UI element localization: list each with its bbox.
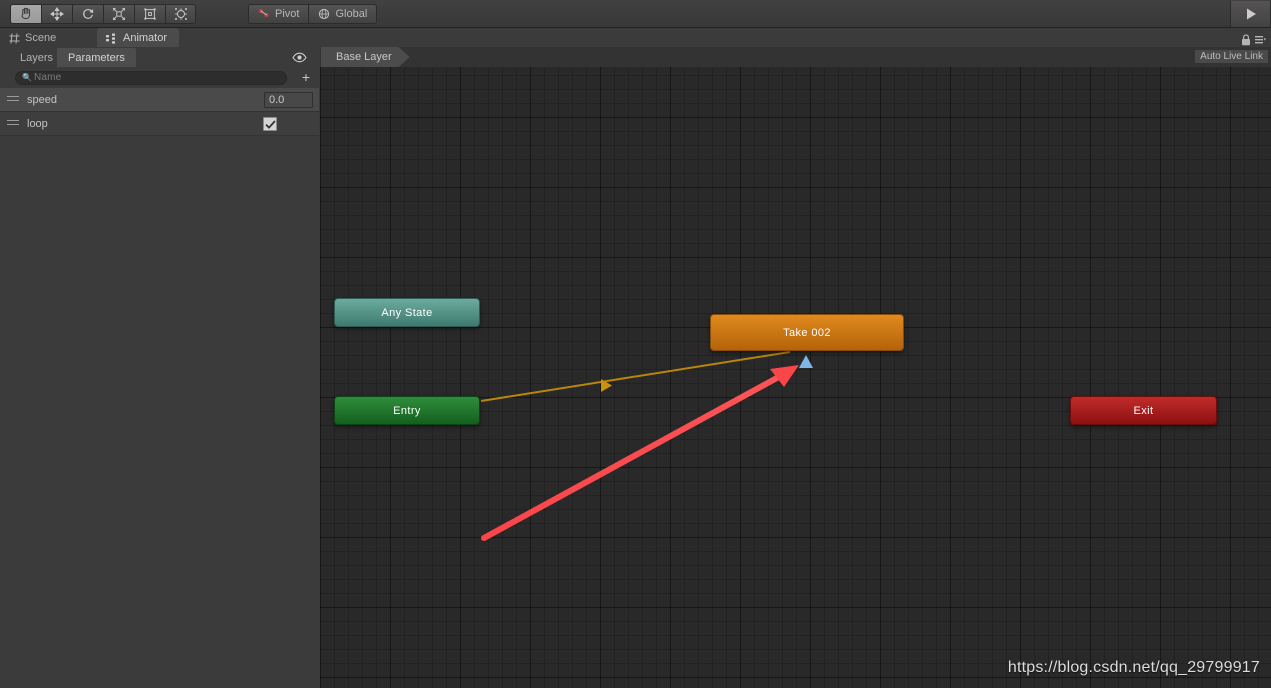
breadcrumb-base-layer-label: Base Layer	[336, 51, 392, 63]
state-node-any-state-label: Any State	[381, 306, 433, 319]
parameter-list: speed 0.0 loop	[0, 88, 319, 136]
pivot-label: Pivot	[275, 7, 300, 20]
parameters-panel: Layers Parameters 🔍 Name + speed 0.0 loo…	[0, 47, 319, 688]
add-parameter-label: +	[301, 69, 310, 85]
search-input[interactable]: 🔍 Name	[15, 70, 287, 85]
play-icon	[1246, 8, 1256, 20]
parameter-name-loop: loop	[27, 117, 48, 130]
pivot-button[interactable]: Pivot	[248, 3, 309, 24]
lock-icon[interactable]	[1241, 34, 1251, 46]
tab-layers-label: Layers	[20, 51, 54, 64]
tab-scene-label: Scene	[25, 32, 57, 44]
tab-scene[interactable]: Scene	[0, 28, 68, 48]
parameter-value-speed-text: 0.0	[269, 94, 285, 106]
grid-icon	[9, 32, 20, 44]
global-button[interactable]: Global	[308, 3, 378, 24]
transform-icon	[174, 7, 187, 20]
watermark-text: https://blog.csdn.net/qq_29799917	[1007, 659, 1260, 676]
parameter-list-empty-area	[0, 136, 319, 688]
auto-live-link-button[interactable]: Auto Live Link	[1195, 50, 1268, 63]
pivot-icon	[259, 9, 269, 17]
rotate-icon	[83, 8, 94, 19]
search-icon: 🔍	[22, 73, 32, 82]
state-node-exit[interactable]: Exit	[1070, 396, 1217, 425]
parameter-checkbox-loop[interactable]	[263, 117, 277, 131]
tab-animator[interactable]: Animator	[97, 28, 180, 48]
breadcrumb-base-layer[interactable]: Base Layer	[321, 47, 410, 67]
transform-tool-button[interactable]	[165, 3, 196, 24]
eye-icon[interactable]	[292, 50, 307, 68]
menu-icon[interactable]	[1255, 35, 1266, 45]
canvas-overlay	[480, 351, 813, 541]
state-node-exit-label: Exit	[1133, 404, 1154, 417]
selected-marker-icon	[799, 355, 813, 368]
search-placeholder: Name	[33, 72, 62, 83]
tab-animator-label: Animator	[123, 32, 168, 44]
auto-live-link-label: Auto Live Link	[1200, 51, 1263, 62]
state-node-take-002-label: Take 002	[783, 326, 831, 339]
red-annotation-arrow	[481, 365, 799, 541]
state-node-any-state[interactable]: Any State	[334, 298, 480, 327]
top-toolbar: Pivot Global	[0, 0, 1271, 28]
parameter-name-speed: speed	[27, 93, 57, 106]
move-tool-button[interactable]	[41, 3, 72, 24]
unity-editor-window: Pivot Global Scene Animator Layers Param…	[0, 0, 1271, 688]
layer-parameter-tabs: Layers Parameters	[0, 47, 319, 67]
state-node-take-002[interactable]: Take 002	[710, 314, 904, 351]
checkmark-icon	[264, 119, 276, 129]
breadcrumb-bar: Base Layer Auto Live Link	[320, 47, 1271, 67]
tab-layers[interactable]: Layers	[9, 48, 64, 67]
parameter-row-speed[interactable]: speed 0.0	[0, 88, 319, 112]
parameter-row-loop[interactable]: loop	[0, 112, 319, 136]
tab-parameters[interactable]: Parameters	[57, 48, 136, 67]
globe-icon	[319, 8, 330, 19]
tab-parameters-label: Parameters	[68, 51, 125, 64]
state-node-entry-label: Entry	[393, 404, 421, 417]
state-node-entry[interactable]: Entry	[334, 396, 480, 425]
drag-handle-icon[interactable]	[7, 95, 19, 104]
play-button[interactable]	[1230, 1, 1271, 27]
rect-tool-button[interactable]	[134, 3, 165, 24]
playback-controls	[1230, 0, 1271, 28]
parameter-value-speed[interactable]: 0.0	[264, 92, 313, 108]
global-label: Global	[335, 7, 368, 20]
hand-icon	[20, 7, 30, 20]
panel-options-group	[1241, 34, 1266, 46]
drag-handle-icon[interactable]	[7, 119, 19, 128]
panel-tabs-row: Scene Animator	[0, 28, 1271, 48]
move-icon	[50, 6, 64, 21]
animator-icon	[106, 33, 115, 44]
animator-canvas[interactable]: Any State Take 002 Entry Exit Base Layer…	[320, 47, 1271, 688]
hand-tool-button[interactable]	[10, 3, 41, 24]
pivot-global-group: Pivot Global	[248, 3, 378, 24]
parameter-search-row: 🔍 Name +	[0, 67, 319, 88]
transform-tool-group	[10, 3, 196, 24]
scale-icon	[112, 7, 126, 20]
scale-tool-button[interactable]	[103, 3, 134, 24]
rect-icon	[144, 7, 156, 20]
eye-glyph	[292, 52, 307, 63]
add-parameter-button[interactable]: +	[302, 70, 310, 84]
rotate-tool-button[interactable]	[72, 3, 103, 24]
